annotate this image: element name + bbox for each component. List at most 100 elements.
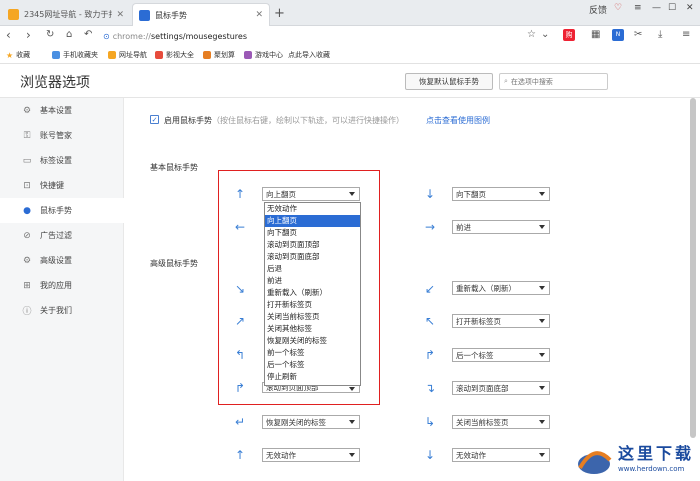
2345-favicon-icon xyxy=(8,9,19,20)
gesture-down-right-turn-select[interactable]: 关闭当前标签页 xyxy=(452,415,550,429)
url-field[interactable]: ⊙ chrome://settings/mousegestures xyxy=(103,29,513,44)
restore-default-gestures-button[interactable]: 恢复默认鼠标手势 xyxy=(405,73,493,90)
sidebar-item-accounts[interactable]: ⚿ 账号管家 xyxy=(0,123,124,148)
gesture-up-right-turn-icon: ↱ xyxy=(424,348,436,362)
gesture-right-select[interactable]: 前进 xyxy=(452,220,550,234)
gesture-down-left-select[interactable]: 重新载入（刷新） xyxy=(452,281,550,295)
sidebar: ⚙ 基本设置 ⚿ 账号管家 ▭ 标签设置 ⊡ 快捷键 ● 鼠标手势 ⊘ 广告过滤 ⚙ 高级设置… xyxy=(0,98,125,481)
sidebar-item-basic[interactable]: ⚙ 基本设置 xyxy=(0,98,124,123)
select-value: 打开新标签页 xyxy=(456,316,501,326)
bookmark-video[interactable]: 影视大全 xyxy=(155,50,194,60)
chevron-down-icon xyxy=(539,192,545,196)
bookmark-deal[interactable]: 聚划算 xyxy=(203,50,235,60)
bookmark-label: 游戏中心 xyxy=(255,51,283,59)
tab-title: 鼠标手势 xyxy=(155,10,187,20)
deal-icon xyxy=(203,51,211,59)
page-title: 浏览器选项 xyxy=(20,75,90,91)
advanced-gear-icon: ⚙ xyxy=(22,255,32,266)
gesture-down-turn-select[interactable]: 滚动到页面底部 xyxy=(452,381,550,395)
settings-icon: ⊙ xyxy=(103,32,110,41)
bookmark-favorites[interactable]: ★ 收藏 xyxy=(6,50,30,60)
tab-close-icon[interactable]: ✕ xyxy=(116,10,124,20)
select-value: 无效动作 xyxy=(456,450,486,460)
back-icon[interactable]: ‹ xyxy=(6,28,11,42)
bookmark-game[interactable]: 游戏中心 xyxy=(244,50,283,60)
minimize-button[interactable]: — xyxy=(652,3,661,13)
tabs-icon: ▭ xyxy=(22,155,32,166)
sidebar-item-label: 我的应用 xyxy=(40,281,72,290)
gift-icon[interactable]: ♡ xyxy=(614,3,622,13)
search-input[interactable] xyxy=(510,77,601,86)
sidebar-item-tabs[interactable]: ▭ 标签设置 xyxy=(0,148,124,173)
undo-icon[interactable]: ↶ xyxy=(84,29,92,40)
feedback-link[interactable]: 反馈 xyxy=(589,3,607,16)
bookmark-label: 点此导入收藏 xyxy=(288,51,330,59)
gesture-right-icon: → xyxy=(424,220,436,234)
title-bar: 2345网址导航 - 致力于打造百 ✕ 鼠标手势 ✕ + 反馈 ♡ ≡ — ☐ … xyxy=(0,0,700,26)
sidebar-item-my-apps[interactable]: ⊞ 我的应用 xyxy=(0,273,124,298)
chevron-down-icon xyxy=(539,353,545,357)
bookmark-nav[interactable]: 网址导航 xyxy=(108,50,147,60)
sidebar-item-label: 账号管家 xyxy=(40,131,72,140)
tab-mouse-gestures[interactable]: 鼠标手势 ✕ xyxy=(132,3,270,26)
gesture-up-left-icon: ↖ xyxy=(424,314,436,328)
sidebar-item-ad-filter[interactable]: ⊘ 广告过滤 xyxy=(0,223,124,248)
nav-icon xyxy=(108,51,116,59)
sidebar-item-about[interactable]: ⓘ 关于我们 xyxy=(0,298,124,323)
forward-icon[interactable]: › xyxy=(26,28,31,42)
select-value: 向下翻页 xyxy=(456,189,486,199)
enable-gestures-checkbox[interactable]: ✓ xyxy=(150,115,159,124)
gesture-down-select[interactable]: 向下翻页 xyxy=(452,187,550,201)
chevron-down-icon xyxy=(349,420,355,424)
view-gesture-guide-link[interactable]: 点击查看使用图例 xyxy=(426,115,490,126)
home-icon[interactable]: ⌂ xyxy=(66,29,72,40)
info-icon: ⓘ xyxy=(22,307,32,317)
gesture-return-select[interactable]: 恢复刚关闭的标签 xyxy=(262,415,360,429)
sidebar-item-advanced[interactable]: ⚙ 高级设置 xyxy=(0,248,124,273)
new-tab-button[interactable]: + xyxy=(274,6,285,21)
select-value: 关闭当前标签页 xyxy=(456,417,509,427)
highlight-box xyxy=(218,170,380,405)
vertical-scrollbar[interactable] xyxy=(690,98,696,438)
sidebar-item-label: 鼠标手势 xyxy=(40,206,72,215)
sidebar-item-shortcuts[interactable]: ⊡ 快捷键 xyxy=(0,173,124,198)
gesture-up2-select[interactable]: 无效动作 xyxy=(262,448,360,462)
gesture-down2-icon: ↓ xyxy=(424,448,436,462)
menu-icon[interactable]: ≡ xyxy=(634,3,642,13)
new-extension-icon[interactable]: N xyxy=(612,29,624,41)
gesture-up-right-turn-select[interactable]: 后一个标签 xyxy=(452,348,550,362)
bookmark-mobile[interactable]: 手机收藏夹 xyxy=(52,50,98,60)
select-value: 滚动到页面底部 xyxy=(456,383,509,393)
bookmark-label: 收藏 xyxy=(16,51,31,59)
sidebar-item-mouse-gestures[interactable]: ● 鼠标手势 xyxy=(0,198,125,223)
select-value: 后一个标签 xyxy=(456,350,494,360)
maximize-button[interactable]: ☐ xyxy=(668,3,676,13)
gesture-return-icon: ↵ xyxy=(234,415,246,429)
video-icon xyxy=(155,51,163,59)
bookmark-import[interactable]: 点此导入收藏 xyxy=(288,50,330,60)
chevron-down-icon xyxy=(539,386,545,390)
tab-2345[interactable]: 2345网址导航 - 致力于打造百 ✕ xyxy=(2,3,130,26)
tab-close-icon[interactable]: ✕ xyxy=(255,10,263,20)
gesture-down2-select[interactable]: 无效动作 xyxy=(452,448,550,462)
url-scheme: chrome:// xyxy=(112,32,151,41)
star-bookmark-icon[interactable]: ☆ xyxy=(527,29,536,40)
bookmark-label: 网址导航 xyxy=(119,51,147,59)
refresh-icon[interactable]: ↻ xyxy=(46,29,54,40)
gesture-up-left-select[interactable]: 打开新标签页 xyxy=(452,314,550,328)
chevron-down-icon[interactable]: ⌄ xyxy=(541,29,549,40)
settings-search-box[interactable]: ⌕ xyxy=(499,73,608,90)
settings-favicon-icon xyxy=(139,9,150,21)
close-button[interactable]: ✕ xyxy=(686,3,694,13)
key-icon: ⚿ xyxy=(23,130,31,141)
download-icon[interactable]: ⤓ xyxy=(658,29,662,40)
address-bar: ‹ › ↻ ⌂ ↶ ⊙ chrome://settings/mousegestu… xyxy=(0,26,700,46)
scissors-icon[interactable]: ✂ xyxy=(634,29,642,40)
shopping-icon[interactable]: 购 xyxy=(563,29,575,41)
apps-grid-icon[interactable]: ▦ xyxy=(591,29,600,40)
gesture-down-left-icon: ↙ xyxy=(424,282,436,296)
bookmarks-bar: ★ 收藏 手机收藏夹 网址导航 影视大全 聚划算 游戏中心 点此导入收藏 xyxy=(0,46,700,64)
gesture-settings-panel: ✓ 启用鼠标手势（按住鼠标右键，绘制以下轨迹，可以进行快捷操作） 点击查看使用图… xyxy=(124,98,700,481)
more-menu-icon[interactable]: ≡ xyxy=(682,29,690,40)
bookmark-label: 聚划算 xyxy=(214,51,235,59)
